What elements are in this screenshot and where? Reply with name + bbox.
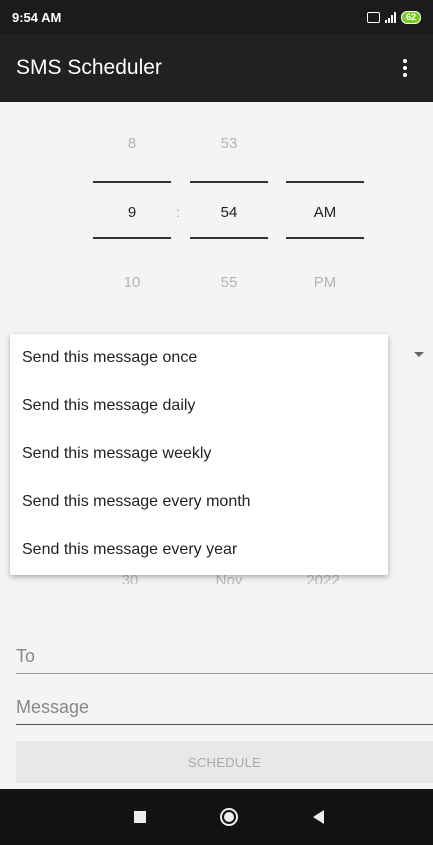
schedule-button[interactable]: SCHEDULE: [16, 741, 433, 783]
back-triangle-icon: [312, 810, 324, 824]
minute-selected[interactable]: 54: [189, 204, 269, 221]
hour-divider-top: [93, 181, 171, 183]
app-bar: SMS Scheduler: [0, 34, 433, 102]
ampm-selected[interactable]: AM: [285, 204, 365, 221]
status-time: 9:54 AM: [12, 9, 62, 25]
overflow-menu-icon[interactable]: [393, 56, 417, 80]
hour-next[interactable]: 10: [92, 274, 172, 291]
ampm-divider-bottom: [286, 237, 364, 239]
ampm-next[interactable]: PM: [285, 274, 365, 291]
back-button[interactable]: [288, 789, 348, 845]
minute-divider-bottom: [190, 237, 268, 239]
square-icon: [134, 811, 146, 823]
repeat-option-once[interactable]: Send this message once: [10, 334, 388, 382]
repeat-option-monthly[interactable]: Send this message every month: [10, 478, 388, 526]
status-icons: 62: [366, 10, 421, 24]
repeat-dropdown-menu: Send this message once Send this message…: [10, 334, 388, 575]
status-bar: 9:54 AM 62: [0, 0, 433, 34]
hour-divider-bottom: [93, 237, 171, 239]
repeat-option-daily[interactable]: Send this message daily: [10, 382, 388, 430]
repeat-option-yearly[interactable]: Send this message every year: [10, 526, 388, 574]
signal-icon: [384, 11, 396, 23]
hour-selected[interactable]: 9: [92, 204, 172, 221]
time-separator: :: [176, 204, 180, 220]
minute-next[interactable]: 55: [189, 274, 269, 291]
app-title: SMS Scheduler: [16, 56, 162, 79]
to-field[interactable]: To: [16, 646, 433, 674]
repeat-option-weekly[interactable]: Send this message weekly: [10, 430, 388, 478]
hour-prev[interactable]: 8: [92, 135, 172, 152]
message-field[interactable]: Message: [16, 697, 433, 725]
dropdown-arrow-icon[interactable]: [414, 352, 424, 357]
recents-button[interactable]: [110, 789, 170, 845]
minute-divider-top: [190, 181, 268, 183]
ampm-divider-top: [286, 181, 364, 183]
sim-card-icon: [366, 11, 380, 23]
battery-icon: 62: [400, 10, 421, 24]
nav-bar: [0, 789, 433, 845]
home-button[interactable]: [199, 789, 259, 845]
home-circle-icon: [220, 808, 238, 826]
minute-prev[interactable]: 53: [189, 135, 269, 152]
